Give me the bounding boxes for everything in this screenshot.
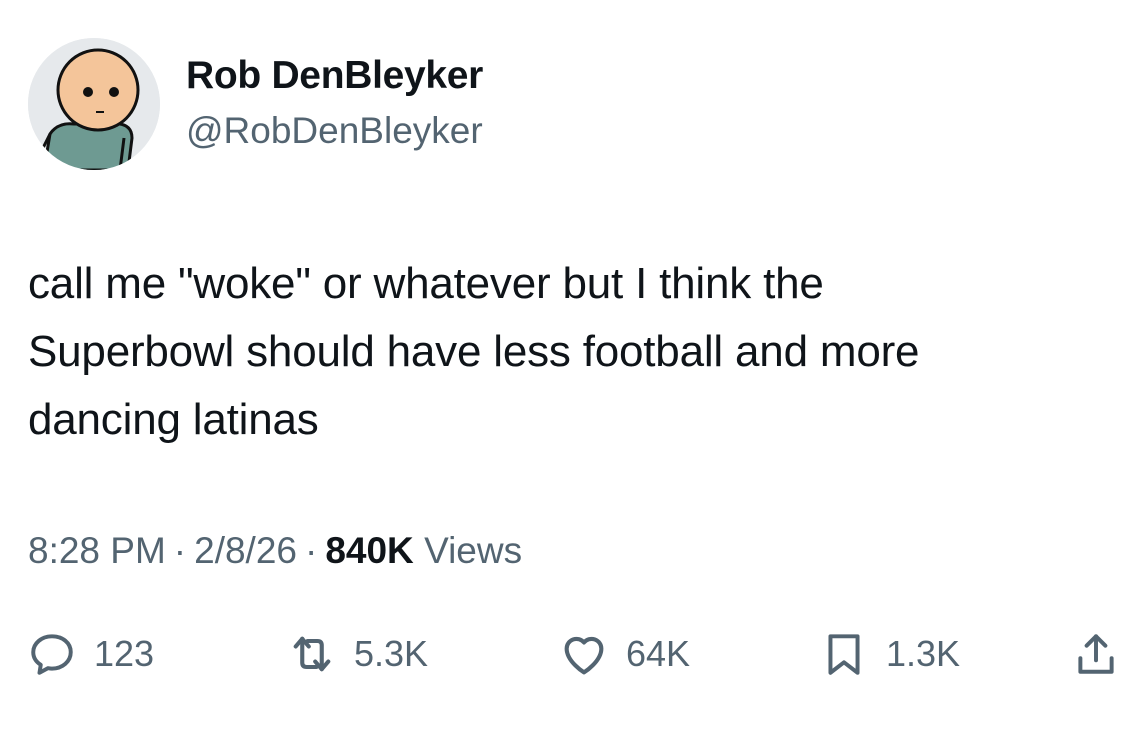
tweet-card: Rob DenBleyker @RobDenBleyker call me "w… — [0, 0, 1129, 730]
tweet-time[interactable]: 8:28 PM — [28, 530, 166, 571]
cartoon-character-avatar-icon — [28, 38, 160, 170]
tweet-text: call me "woke" or whatever but I think t… — [28, 250, 1108, 454]
bookmark-icon — [818, 628, 870, 680]
reply-button[interactable]: 123 — [26, 622, 154, 686]
views-count: 840K — [325, 530, 414, 571]
author-avatar[interactable] — [28, 38, 160, 170]
tweet-meta: 8:28 PM · 2/8/26 · 840K Views — [28, 530, 522, 572]
retweet-button[interactable]: 5.3K — [286, 622, 428, 686]
tweet-text-line: dancing latinas — [28, 395, 319, 444]
views-label: Views — [424, 530, 523, 571]
tweet-text-line: call me "woke" or whatever but I think t… — [28, 259, 824, 308]
like-button[interactable]: 64K — [558, 622, 690, 686]
meta-separator: · — [173, 530, 187, 571]
heart-icon — [558, 628, 610, 680]
share-button[interactable] — [1070, 622, 1122, 686]
reply-icon — [26, 628, 78, 680]
tweet-text-line: Superbowl should have less football and … — [28, 327, 920, 376]
bookmark-button[interactable]: 1.3K — [818, 622, 960, 686]
like-count: 64K — [626, 633, 691, 674]
reply-count: 123 — [94, 633, 155, 674]
tweet-actions: 123 5.3K 64K 1.3K — [0, 622, 1129, 692]
retweet-count: 5.3K — [354, 633, 429, 674]
author-handle[interactable]: @RobDenBleyker — [186, 110, 483, 152]
retweet-icon — [286, 628, 338, 680]
tweet-date[interactable]: 2/8/26 — [194, 530, 297, 571]
meta-separator: · — [305, 530, 318, 571]
bookmark-count: 1.3K — [886, 633, 961, 674]
author-name[interactable]: Rob DenBleyker — [186, 54, 483, 98]
share-icon — [1070, 628, 1122, 680]
